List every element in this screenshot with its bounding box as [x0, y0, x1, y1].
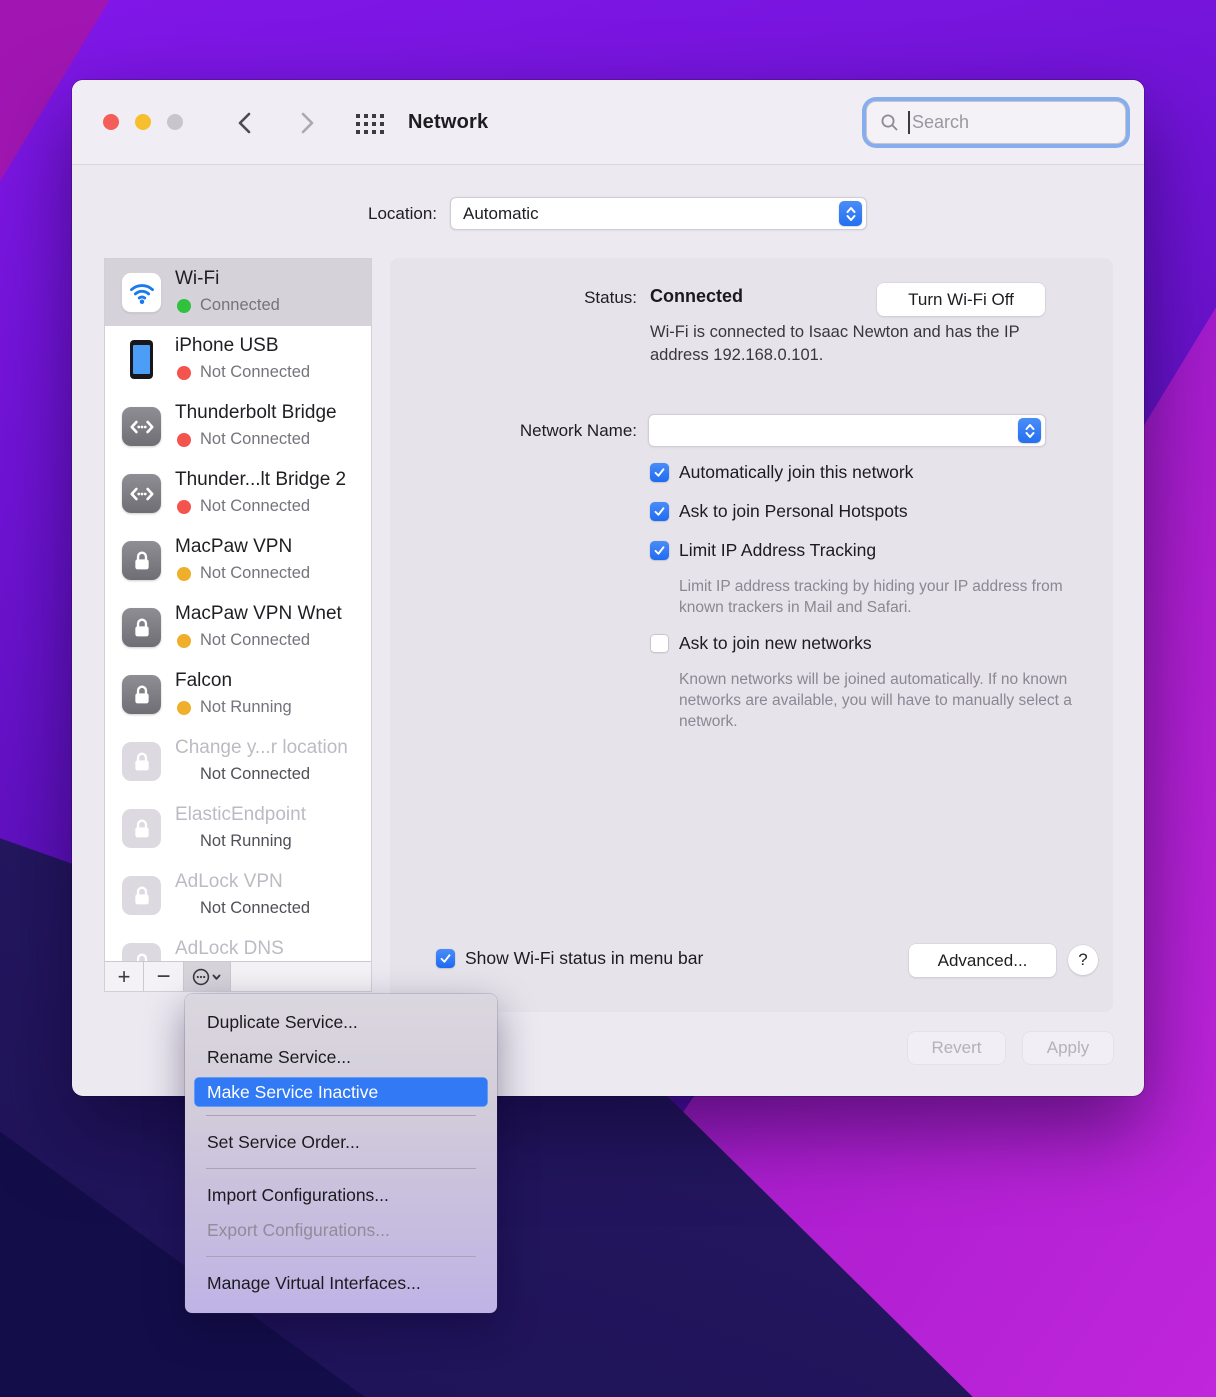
search-field[interactable] — [866, 101, 1126, 144]
zoom-button — [167, 114, 183, 130]
dropdown-stepper-icon — [1018, 418, 1041, 443]
menu-separator — [206, 1115, 476, 1116]
service-row-thunderbolt-bridge-2[interactable]: Thunder...lt Bridge 2 Not Connected — [105, 460, 371, 527]
status-dot — [177, 701, 191, 715]
title-bar: Network — [72, 80, 1144, 165]
checkbox-checked-icon — [650, 541, 669, 560]
service-actions-menu: Duplicate Service... Rename Service... M… — [185, 994, 497, 1313]
checkbox-personal-hotspots[interactable]: Ask to join Personal Hotspots — [650, 501, 908, 522]
network-preferences-window: Network Location: Automatic — [72, 80, 1144, 1096]
service-row-iphone-usb[interactable]: iPhone USB Not Connected — [105, 326, 371, 393]
location-label: Location: — [237, 204, 437, 224]
lock-icon — [122, 876, 161, 915]
status-value: Connected — [650, 286, 743, 307]
service-row-thunderbolt-bridge[interactable]: Thunderbolt Bridge Not Connected — [105, 393, 371, 460]
advanced-button[interactable]: Advanced... — [909, 944, 1056, 977]
sidebar-toolbar: + − — [105, 961, 371, 991]
back-icon[interactable] — [235, 111, 255, 135]
status-label: Status: — [390, 288, 637, 308]
location-value: Automatic — [463, 204, 839, 224]
lock-icon — [122, 675, 161, 714]
search-input[interactable] — [912, 112, 1092, 133]
status-dot — [177, 634, 191, 648]
close-button[interactable] — [103, 114, 119, 130]
menu-item-rename-service[interactable]: Rename Service... — [185, 1040, 497, 1075]
checkbox-limit-ip-tracking[interactable]: Limit IP Address Tracking — [650, 540, 876, 561]
remove-service-button[interactable]: − — [144, 962, 184, 991]
bridge-icon — [122, 407, 161, 446]
checkbox-auto-join[interactable]: Automatically join this network — [650, 462, 913, 483]
limit-ip-hint: Limit IP address tracking by hiding your… — [679, 576, 1089, 618]
minimize-button[interactable] — [135, 114, 151, 130]
forward-icon[interactable] — [297, 111, 317, 135]
dropdown-stepper-icon — [839, 201, 862, 226]
wifi-settings-panel: Status: Connected Turn Wi-Fi Off Wi-Fi i… — [390, 258, 1113, 1012]
status-dot — [177, 433, 191, 447]
services-sidebar: Wi-Fi Connected iPhone USB Not Connected — [104, 258, 372, 992]
ask-join-hint: Known networks will be joined automatica… — [679, 669, 1104, 732]
lock-icon — [122, 541, 161, 580]
traffic-lights — [103, 114, 183, 130]
menu-item-set-service-order[interactable]: Set Service Order... — [185, 1125, 497, 1160]
service-actions-button[interactable] — [184, 962, 231, 991]
lock-icon — [122, 809, 161, 848]
help-button[interactable]: ? — [1068, 945, 1098, 975]
network-name-label: Network Name: — [390, 421, 637, 441]
text-cursor — [908, 111, 910, 134]
service-row-elastic-endpoint[interactable]: ElasticEndpoint Not Running — [105, 795, 371, 862]
search-icon — [880, 113, 899, 132]
service-row-wifi[interactable]: Wi-Fi Connected — [105, 259, 371, 326]
menu-item-import-configurations[interactable]: Import Configurations... — [185, 1178, 497, 1213]
lock-icon — [122, 943, 161, 962]
status-dot — [177, 366, 191, 380]
wifi-icon — [122, 273, 161, 312]
checkbox-checked-icon — [436, 949, 455, 968]
lock-icon — [122, 608, 161, 647]
iphone-icon — [122, 340, 161, 379]
menu-separator — [206, 1256, 476, 1257]
location-dropdown[interactable]: Automatic — [450, 197, 867, 230]
page-title: Network — [408, 111, 488, 134]
ellipsis-circle-icon — [191, 967, 223, 987]
menu-item-make-service-inactive[interactable]: Make Service Inactive — [194, 1077, 488, 1107]
service-row-falcon[interactable]: Falcon Not Running — [105, 661, 371, 728]
service-row-change-location[interactable]: Change y...r location Not Connected — [105, 728, 371, 795]
menu-separator — [206, 1168, 476, 1169]
bridge-icon — [122, 474, 161, 513]
show-all-grid-icon[interactable] — [356, 114, 386, 136]
service-row-macpaw-vpn-wnet[interactable]: MacPaw VPN Wnet Not Connected — [105, 594, 371, 661]
service-row-adlock-vpn[interactable]: AdLock VPN Not Connected — [105, 862, 371, 929]
menu-item-duplicate-service[interactable]: Duplicate Service... — [185, 1005, 497, 1040]
network-name-dropdown[interactable] — [648, 414, 1046, 447]
menu-item-manage-virtual-interfaces[interactable]: Manage Virtual Interfaces... — [185, 1266, 497, 1301]
checkbox-checked-icon — [650, 463, 669, 482]
service-row-macpaw-vpn[interactable]: MacPaw VPN Not Connected — [105, 527, 371, 594]
revert-button: Revert — [908, 1032, 1005, 1064]
status-dot — [177, 567, 191, 581]
service-row-adlock-dns[interactable]: AdLock DNS — [105, 929, 371, 962]
apply-button: Apply — [1023, 1032, 1113, 1064]
add-service-button[interactable]: + — [105, 962, 144, 991]
status-dot — [177, 299, 191, 313]
checkbox-show-wifi-status[interactable]: Show Wi-Fi status in menu bar — [436, 948, 703, 969]
checkbox-checked-icon — [650, 502, 669, 521]
services-list: Wi-Fi Connected iPhone USB Not Connected — [105, 259, 371, 962]
menu-item-export-configurations: Export Configurations... — [185, 1213, 497, 1248]
status-dot — [177, 500, 191, 514]
status-description: Wi-Fi is connected to Isaac Newton and h… — [650, 321, 1030, 366]
lock-icon — [122, 742, 161, 781]
checkbox-ask-join-new[interactable]: Ask to join new networks — [650, 633, 872, 654]
turn-wifi-off-button[interactable]: Turn Wi-Fi Off — [877, 283, 1045, 316]
checkbox-unchecked-icon — [650, 634, 669, 653]
